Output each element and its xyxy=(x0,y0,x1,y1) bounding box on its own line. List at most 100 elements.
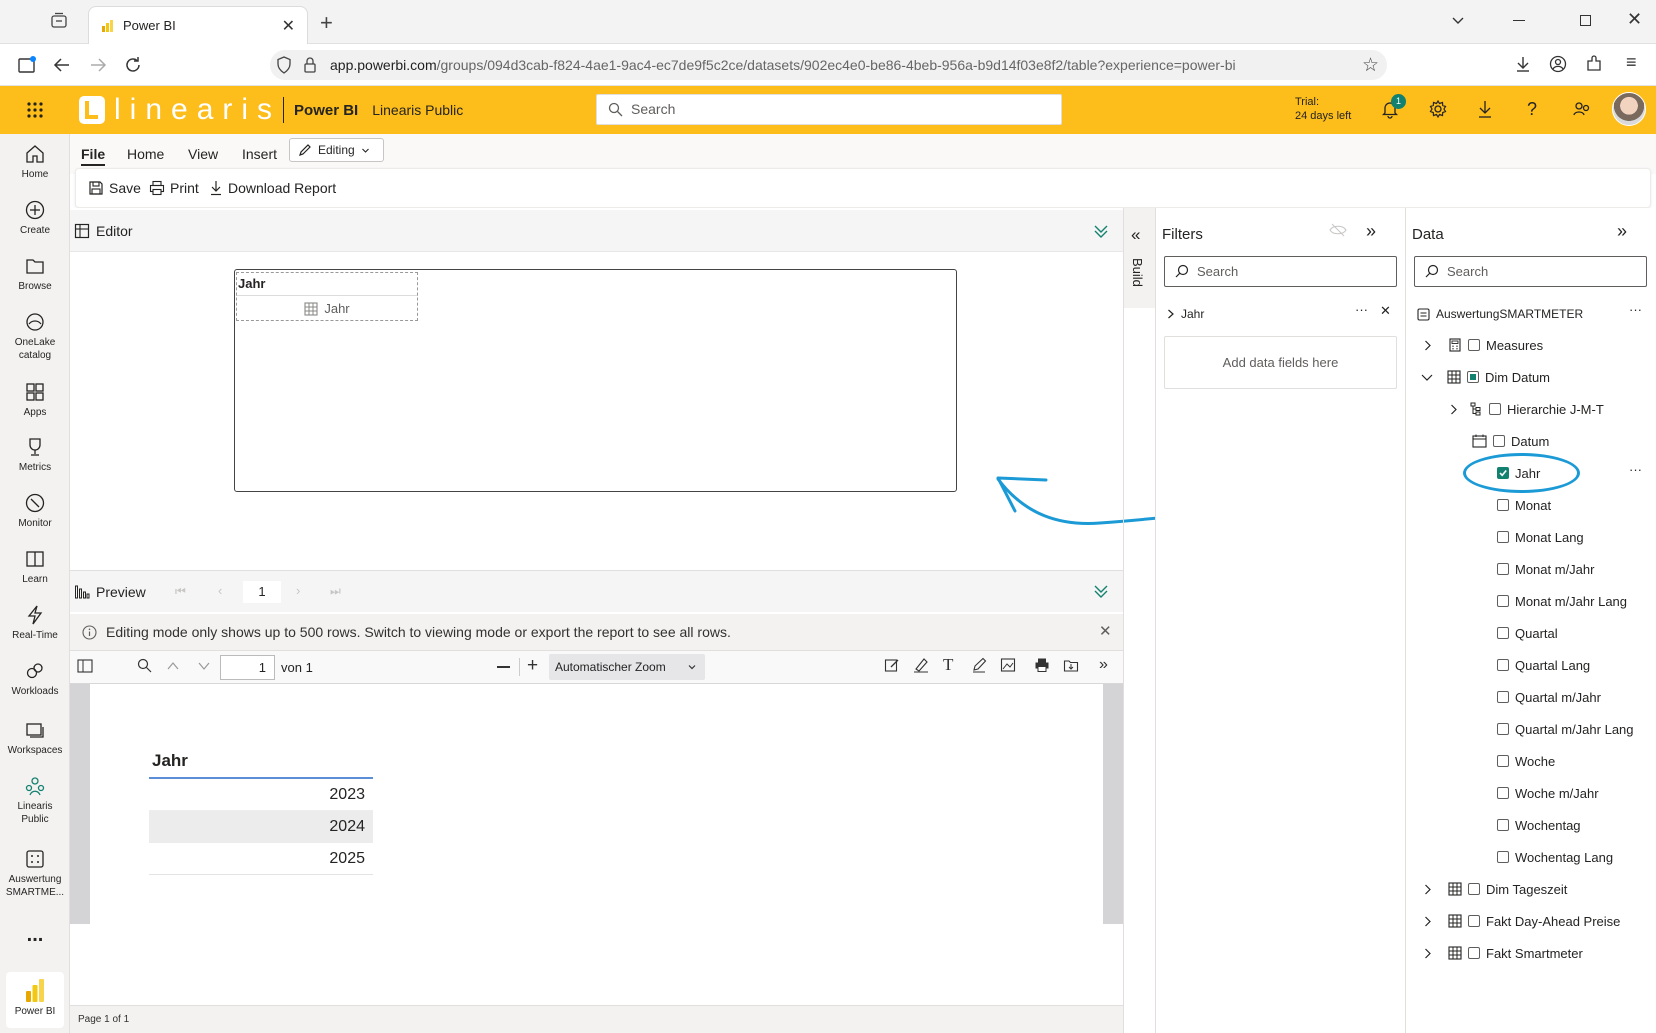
lock-icon[interactable] xyxy=(303,56,317,74)
field-checkbox[interactable] xyxy=(1497,659,1509,671)
browser-tab[interactable]: Power BI ✕ xyxy=(88,6,308,44)
nav-create[interactable]: Create xyxy=(0,199,70,237)
settings-gear-icon[interactable] xyxy=(1428,99,1448,119)
first-page-icon[interactable]: ⏮ xyxy=(175,584,186,599)
table-measures[interactable]: Measures xyxy=(1423,335,1543,355)
pdf-next-page-icon[interactable] xyxy=(197,660,211,672)
field-datum[interactable]: Datum xyxy=(1472,431,1549,451)
pdf-image-icon[interactable] xyxy=(1000,657,1016,673)
field-wochentag-lang[interactable]: Wochentag Lang xyxy=(1497,847,1613,867)
new-tab-button[interactable]: + xyxy=(320,10,333,36)
nav-workspaces[interactable]: Workspaces xyxy=(0,719,70,757)
field-checkbox[interactable] xyxy=(1497,691,1509,703)
field-monat[interactable]: Monat xyxy=(1497,495,1551,515)
table-checkbox[interactable] xyxy=(1468,915,1480,927)
nav-linearis-public[interactable]: Linearis Public xyxy=(0,775,70,826)
downloads-icon[interactable] xyxy=(1514,55,1532,73)
field-monat-m-jahr[interactable]: Monat m/Jahr xyxy=(1497,559,1594,579)
field-checkbox[interactable] xyxy=(1497,755,1509,767)
datum-checkbox[interactable] xyxy=(1493,435,1505,447)
model-more-options-icon[interactable]: ··· xyxy=(1629,302,1642,317)
nav-learn[interactable]: Learn xyxy=(0,548,70,586)
previous-page-icon[interactable]: ‹ xyxy=(218,583,222,598)
data-model-header[interactable]: AuswertungSMARTMETER xyxy=(1417,304,1583,324)
field-monat-lang[interactable]: Monat Lang xyxy=(1497,527,1584,547)
dim-datum-checkbox[interactable] xyxy=(1467,371,1479,383)
preview-page-input[interactable]: 1 xyxy=(243,581,281,603)
table-dim-tageszeit[interactable]: Dim Tageszeit xyxy=(1423,879,1567,899)
field-checkbox[interactable] xyxy=(1497,627,1509,639)
field-quartal-lang[interactable]: Quartal Lang xyxy=(1497,655,1590,675)
tab-overview-icon[interactable] xyxy=(50,12,68,30)
shield-icon[interactable] xyxy=(276,56,292,74)
forward-icon[interactable] xyxy=(88,55,108,75)
field-checkbox[interactable] xyxy=(1497,723,1509,735)
pdf-print-icon[interactable] xyxy=(1034,657,1050,673)
pdf-draw-icon[interactable] xyxy=(913,657,929,673)
visual-field-dropzone[interactable]: Jahr xyxy=(236,272,418,321)
field-hierarchie[interactable]: Hierarchie J-M-T xyxy=(1449,399,1604,419)
next-page-icon[interactable]: › xyxy=(296,583,300,598)
bookmark-star-icon[interactable]: ☆ xyxy=(1362,54,1379,77)
zoom-in-icon[interactable]: + xyxy=(527,656,538,676)
table-checkbox[interactable] xyxy=(1468,883,1480,895)
measures-checkbox[interactable] xyxy=(1468,339,1480,351)
nav-auswertung[interactable]: Auswertung SMARTME... xyxy=(0,848,70,899)
close-window-button[interactable]: ✕ xyxy=(1627,9,1642,30)
app-launcher-icon[interactable] xyxy=(26,101,44,119)
hide-filters-eye-icon[interactable] xyxy=(1329,223,1347,237)
filter-drop-well[interactable]: Add data fields here xyxy=(1164,336,1397,389)
field-woche-m-jahr[interactable]: Woche m/Jahr xyxy=(1497,783,1599,803)
tab-insert[interactable]: Insert xyxy=(242,146,277,162)
workspace-name[interactable]: Linearis Public xyxy=(372,102,463,118)
filters-search-input[interactable]: Search xyxy=(1164,256,1397,287)
tab-home[interactable]: Home xyxy=(127,146,164,162)
avatar[interactable] xyxy=(1612,92,1646,126)
tab-view[interactable]: View xyxy=(188,146,218,162)
minimize-window-button[interactable] xyxy=(1513,20,1525,21)
zoom-out-icon[interactable] xyxy=(497,666,510,668)
field-checkbox[interactable] xyxy=(1497,851,1509,863)
nav-metrics[interactable]: Metrics xyxy=(0,436,70,474)
url-field[interactable]: app.powerbi.com/groups/094d3cab-f824-4ae… xyxy=(270,50,1387,80)
field-checkbox[interactable] xyxy=(1497,595,1509,607)
browser-menu-icon[interactable]: ≡ xyxy=(1626,53,1637,71)
nav-workloads[interactable]: Workloads xyxy=(0,660,70,698)
table-checkbox[interactable] xyxy=(1468,947,1480,959)
filter-more-options-icon[interactable]: ··· xyxy=(1355,302,1368,317)
editing-mode-dropdown[interactable]: Editing xyxy=(289,138,384,162)
last-page-icon[interactable]: ⏭ xyxy=(330,584,341,599)
expand-build-chevron-icon[interactable]: « xyxy=(1131,225,1140,245)
pdf-find-icon[interactable] xyxy=(137,658,152,673)
collapse-preview-chevron-icon[interactable] xyxy=(1092,582,1110,600)
nav-browse[interactable]: Browse xyxy=(0,255,70,293)
collapse-data-icon[interactable]: » xyxy=(1617,221,1627,242)
download-report-button[interactable]: Download Report xyxy=(209,180,336,196)
close-tab-icon[interactable]: ✕ xyxy=(282,16,295,36)
table-dim-datum[interactable]: Dim Datum xyxy=(1421,367,1550,387)
tab-file[interactable]: File xyxy=(81,146,105,162)
dismiss-notice-icon[interactable]: ✕ xyxy=(1099,622,1112,640)
hierarchie-checkbox[interactable] xyxy=(1489,403,1501,415)
field-checkbox[interactable] xyxy=(1497,787,1509,799)
pdf-highlight-icon[interactable] xyxy=(884,657,900,673)
pdf-pen-icon[interactable] xyxy=(971,657,987,673)
print-button[interactable]: Print xyxy=(149,180,199,196)
pdf-text-icon[interactable]: T xyxy=(943,655,953,675)
field-quartal-m-jahr-lang[interactable]: Quartal m/Jahr Lang xyxy=(1497,719,1634,739)
field-quartal-m-jahr[interactable]: Quartal m/Jahr xyxy=(1497,687,1601,707)
data-search-input[interactable]: Search xyxy=(1414,256,1647,287)
tab-list-chevron-icon[interactable] xyxy=(1450,12,1466,28)
sidebar-toggle-icon[interactable] xyxy=(17,55,37,75)
field-monat-m-jahr-lang[interactable]: Monat m/Jahr Lang xyxy=(1497,591,1627,611)
nav-more-button[interactable]: ... xyxy=(0,924,70,947)
back-icon[interactable] xyxy=(52,55,72,75)
field-checkbox[interactable] xyxy=(1497,499,1509,511)
app-name[interactable]: Power BI xyxy=(294,102,358,119)
field-woche[interactable]: Woche xyxy=(1497,751,1555,771)
field-checkbox[interactable] xyxy=(1497,819,1509,831)
download-icon[interactable] xyxy=(1476,99,1494,119)
remove-filter-icon[interactable]: ✕ xyxy=(1380,303,1391,319)
field-wochentag[interactable]: Wochentag xyxy=(1497,815,1581,835)
field-quartal[interactable]: Quartal xyxy=(1497,623,1558,643)
